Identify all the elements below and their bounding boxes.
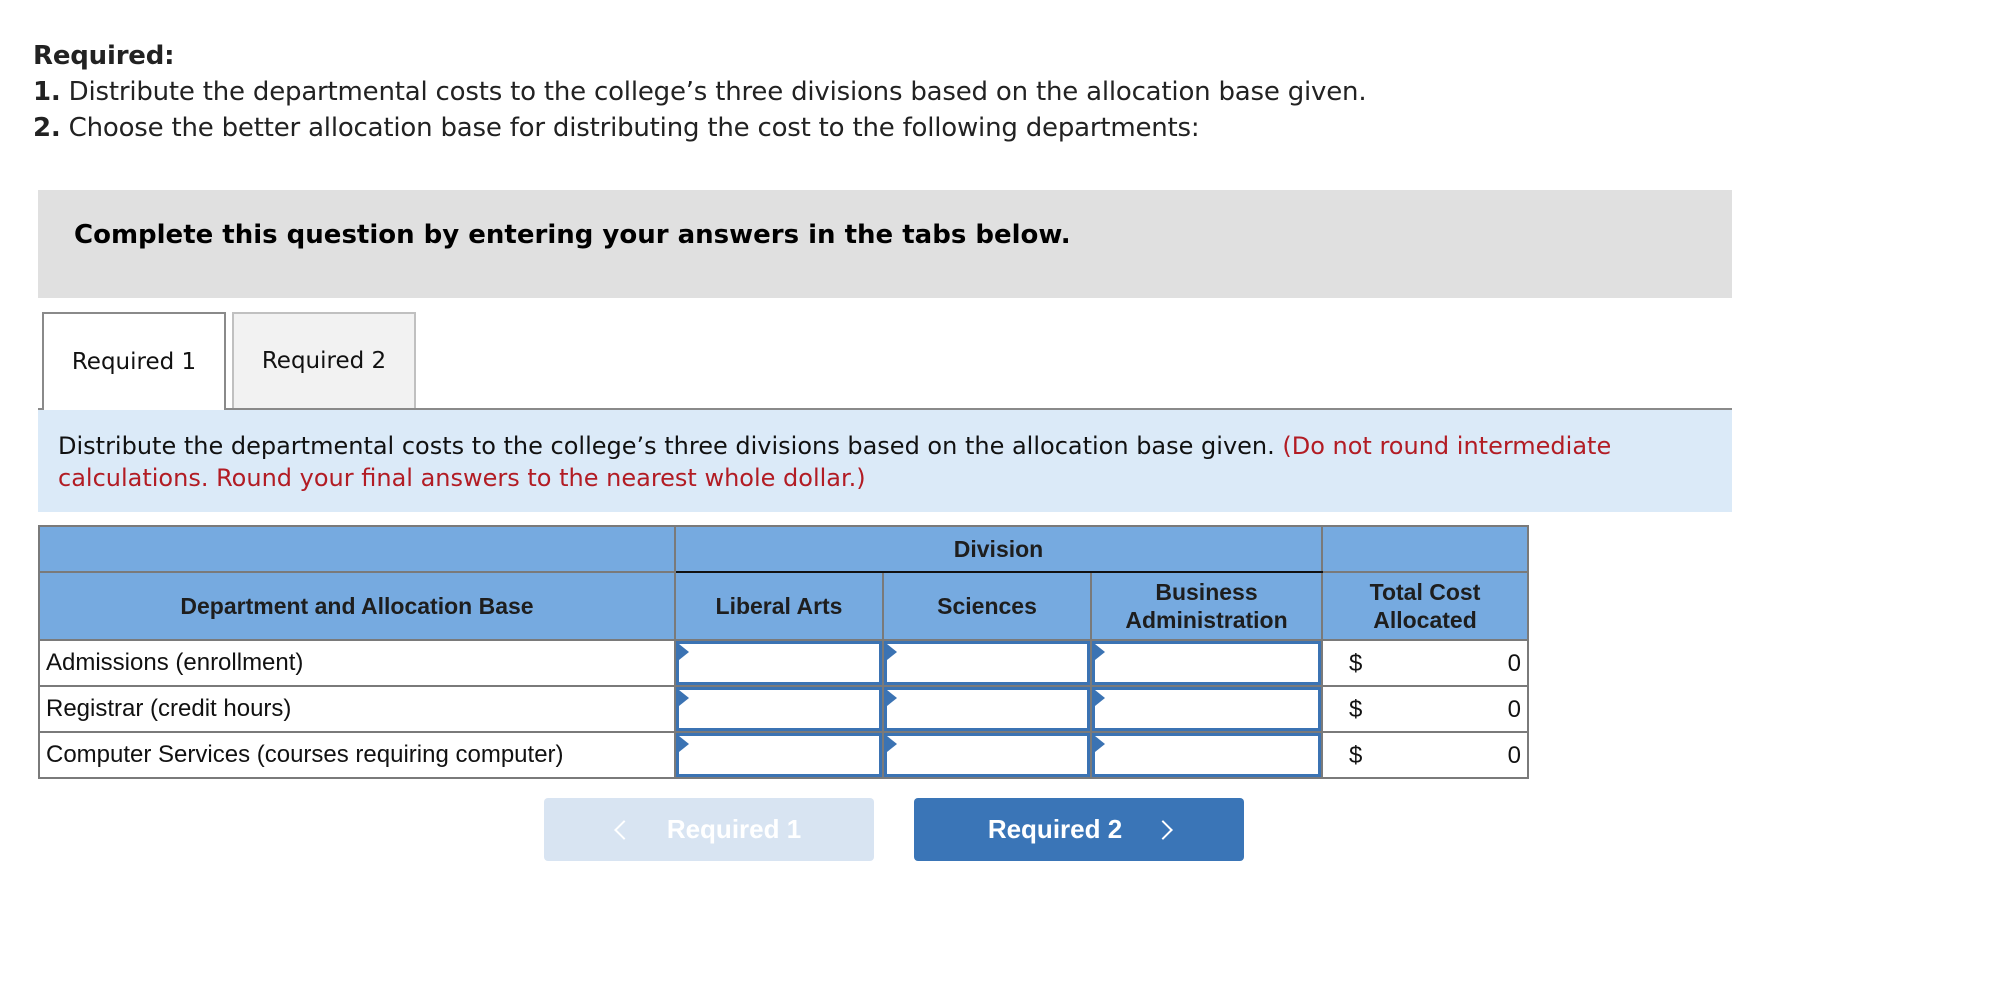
input-cell (1090, 639, 1323, 687)
tab-required-1[interactable]: Required 1 (42, 312, 226, 410)
computer-services-liberal-arts-input[interactable] (676, 733, 882, 777)
registrar-business-admin-input[interactable] (1092, 687, 1321, 731)
computer-services-total-value: 0 (1507, 742, 1521, 769)
input-marker-icon (679, 736, 689, 752)
row-label-registrar: Registrar (credit hours) (38, 685, 676, 733)
table-row: Admissions (enrollment) $0 (38, 639, 1529, 687)
header-line: Business (1155, 579, 1258, 605)
currency-symbol: $ (1349, 650, 1363, 677)
input-cell (882, 685, 1092, 733)
requirement-number: 2. (33, 113, 61, 143)
input-marker-icon (887, 644, 897, 660)
total-cell: $0 (1321, 639, 1529, 687)
header-line: Total Cost (1369, 579, 1481, 605)
column-header-sciences: Sciences (882, 571, 1092, 641)
column-header-total-cost-allocated: Total Cost Allocated (1321, 571, 1529, 641)
table-header-group-row: Division (38, 525, 1529, 573)
input-cell (674, 639, 884, 687)
input-cell (674, 731, 884, 779)
input-marker-icon (887, 690, 897, 706)
next-button-label: Required 2 (987, 814, 1123, 844)
requirement-text: Distribute the departmental costs to the… (60, 77, 1367, 107)
header-line: Allocated (1373, 607, 1477, 633)
next-required-button[interactable]: Required 2 (914, 798, 1244, 861)
requirement-text: Choose the better allocation base for di… (60, 113, 1200, 143)
previous-button-label: Required 1 (666, 814, 802, 844)
total-cell: $0 (1321, 685, 1529, 733)
currency-symbol: $ (1349, 696, 1363, 723)
column-header-liberal-arts: Liberal Arts (674, 571, 884, 641)
header-line: Administration (1125, 607, 1288, 633)
input-marker-icon (1095, 644, 1105, 660)
question-text: Distribute the departmental costs to the… (58, 432, 1283, 460)
input-cell (1090, 685, 1323, 733)
column-header-business-administration: Business Administration (1090, 571, 1323, 641)
admissions-total-value: 0 (1507, 650, 1521, 677)
input-cell (1090, 731, 1323, 779)
table-row: Computer Services (courses requiring com… (38, 731, 1529, 779)
allocation-table: Division Department and Allocation Base … (38, 525, 1529, 779)
currency-symbol: $ (1349, 742, 1363, 769)
row-label-computer-services: Computer Services (courses requiring com… (38, 731, 676, 779)
admissions-business-admin-input[interactable] (1092, 641, 1321, 685)
input-cell (674, 685, 884, 733)
requirements-section: Required: 1. Distribute the departmental… (33, 38, 1367, 146)
requirements-title: Required: (33, 41, 175, 71)
registrar-liberal-arts-input[interactable] (676, 687, 882, 731)
row-label-admissions: Admissions (enrollment) (38, 639, 676, 687)
requirement-item-2: 2. Choose the better allocation base for… (33, 110, 1366, 146)
table-row: Registrar (credit hours) $0 (38, 685, 1529, 733)
input-marker-icon (887, 736, 897, 752)
requirement-number: 1. (33, 77, 61, 107)
division-group-header: Division (674, 525, 1323, 573)
header-blank-cell (38, 525, 676, 573)
column-header-department: Department and Allocation Base (38, 571, 676, 641)
previous-required-button[interactable]: Required 1 (544, 798, 874, 861)
registrar-sciences-input[interactable] (884, 687, 1090, 731)
input-marker-icon (679, 644, 689, 660)
input-cell (882, 639, 1092, 687)
tab-required-2[interactable]: Required 2 (232, 312, 416, 408)
requirement-item-1: 1. Distribute the departmental costs to … (33, 74, 1367, 110)
question-instruction: Distribute the departmental costs to the… (58, 430, 1718, 494)
question-info-panel: Distribute the departmental costs to the… (38, 408, 1732, 512)
input-marker-icon (1095, 736, 1105, 752)
computer-services-business-admin-input[interactable] (1092, 733, 1321, 777)
header-blank-cell (1321, 525, 1529, 573)
chevron-left-icon (613, 819, 634, 840)
table-header-row: Department and Allocation Base Liberal A… (38, 571, 1529, 641)
admissions-liberal-arts-input[interactable] (676, 641, 882, 685)
computer-services-sciences-input[interactable] (884, 733, 1090, 777)
instruction-text: Complete this question by entering your … (74, 220, 1071, 250)
input-marker-icon (679, 690, 689, 706)
chevron-right-icon (1153, 819, 1174, 840)
input-marker-icon (1095, 690, 1105, 706)
input-cell (882, 731, 1092, 779)
admissions-sciences-input[interactable] (884, 641, 1090, 685)
total-cell: $0 (1321, 731, 1529, 779)
registrar-total-value: 0 (1507, 696, 1521, 723)
instruction-banner: Complete this question by entering your … (38, 190, 1732, 298)
